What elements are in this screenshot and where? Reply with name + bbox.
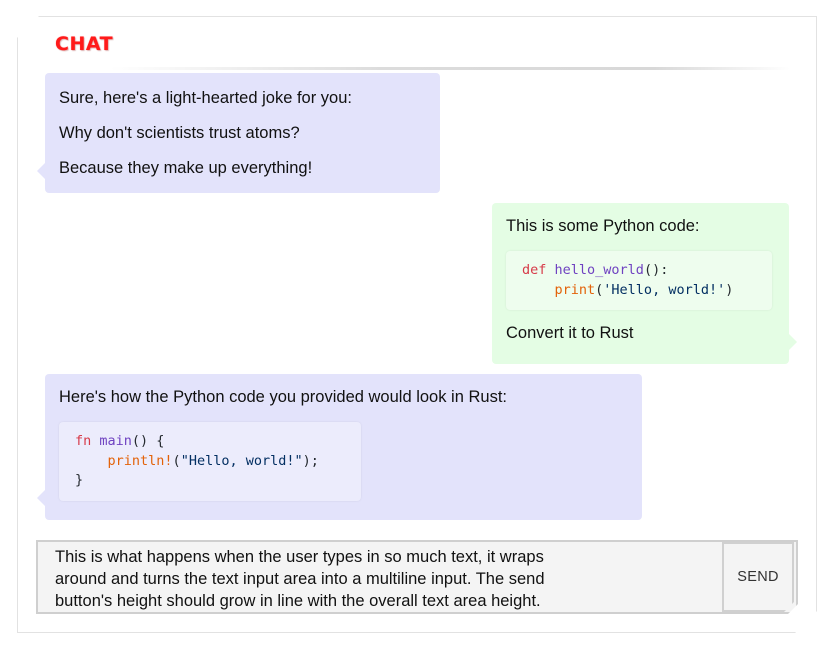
- code-keyword: def: [522, 262, 547, 278]
- code-function-name: main: [99, 433, 132, 449]
- code-punctuation: }: [75, 472, 84, 488]
- code-macro: println!: [107, 452, 173, 469]
- python-code-block: def hello_world(): print('Hello, world!'…: [506, 251, 772, 310]
- code-builtin: print: [554, 281, 596, 298]
- code-keyword: fn: [75, 433, 92, 449]
- send-button[interactable]: SEND: [722, 542, 794, 612]
- message-input[interactable]: This is what happens when the user types…: [36, 540, 798, 614]
- code-punctuation: ): [725, 281, 734, 298]
- code-punctuation: () {: [131, 433, 165, 449]
- rust-code-block: fn main() { println!("Hello, world!"); }: [59, 422, 361, 501]
- code-string: 'Hello, world!': [603, 281, 726, 298]
- message-paragraph: Because they make up everything!: [59, 159, 313, 177]
- message-paragraph: Sure, here's a light-hearted joke for yo…: [59, 89, 352, 107]
- code-punctuation: ():: [643, 262, 669, 278]
- code-punctuation: );: [302, 452, 319, 469]
- user-message-1: This is some Python code: def hello_worl…: [492, 203, 797, 364]
- title-divider: [110, 67, 790, 70]
- code-punctuation: (: [172, 452, 181, 469]
- message-input-text[interactable]: This is what happens when the user types…: [55, 546, 715, 612]
- code-string: "Hello, world!": [180, 452, 303, 469]
- assistant-message-1: Sure, here's a light-hearted joke for yo…: [37, 73, 440, 193]
- message-paragraph: Convert it to Rust: [506, 324, 634, 342]
- code-function-name: hello_world: [554, 262, 644, 278]
- message-paragraph: Here's how the Python code you provided …: [59, 388, 507, 406]
- assistant-message-2: Here's how the Python code you provided …: [37, 374, 642, 520]
- chat-title: CHAT: [55, 33, 114, 55]
- message-paragraph: This is some Python code:: [506, 217, 700, 235]
- message-paragraph: Why don't scientists trust atoms?: [59, 124, 300, 142]
